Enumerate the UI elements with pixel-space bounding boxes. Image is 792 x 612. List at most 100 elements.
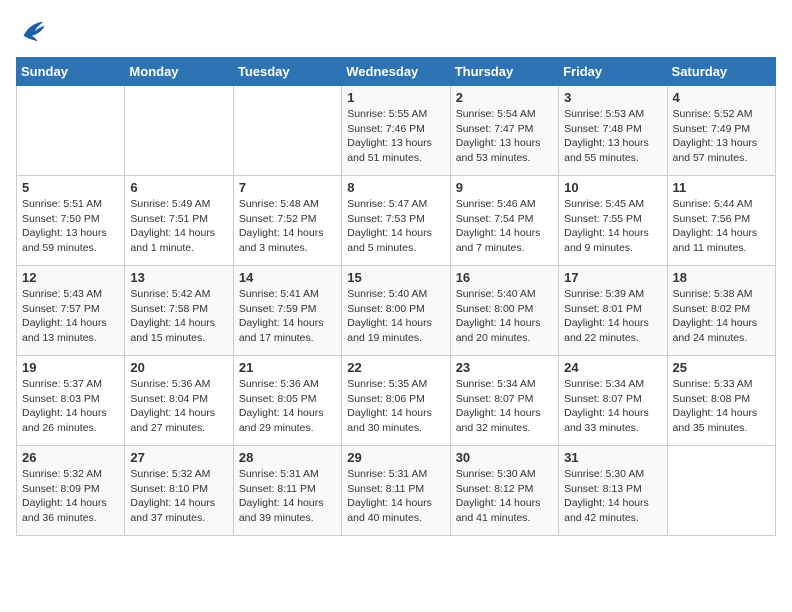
day-info: Sunrise: 5:39 AM Sunset: 8:01 PM Dayligh… [564, 287, 661, 346]
day-number: 1 [347, 90, 444, 105]
day-info: Sunrise: 5:49 AM Sunset: 7:51 PM Dayligh… [130, 197, 227, 256]
day-number: 30 [456, 450, 553, 465]
calendar-cell: 1 Sunrise: 5:55 AM Sunset: 7:46 PM Daylig… [342, 86, 450, 176]
weekday-header-sunday: Sunday [17, 58, 125, 86]
day-info: Sunrise: 5:55 AM Sunset: 7:46 PM Dayligh… [347, 107, 444, 166]
day-number: 7 [239, 180, 336, 195]
day-number: 26 [22, 450, 119, 465]
day-info: Sunrise: 5:52 AM Sunset: 7:49 PM Dayligh… [673, 107, 770, 166]
day-number: 14 [239, 270, 336, 285]
weekday-row: SundayMondayTuesdayWednesdayThursdayFrid… [17, 58, 776, 86]
calendar-cell: 13Sunrise: 5:42 AM Sunset: 7:58 PM Dayli… [125, 266, 233, 356]
day-number: 27 [130, 450, 227, 465]
day-info: Sunrise: 5:32 AM Sunset: 8:10 PM Dayligh… [130, 467, 227, 526]
day-info: Sunrise: 5:31 AM Sunset: 8:11 PM Dayligh… [347, 467, 444, 526]
calendar-table: SundayMondayTuesdayWednesdayThursdayFrid… [16, 57, 776, 536]
calendar-cell: 11 Sunrise: 5:44 AM Sunset: 7:56 PM Dayli… [667, 176, 775, 266]
calendar-body: 1 Sunrise: 5:55 AM Sunset: 7:46 PM Daylig… [17, 86, 776, 536]
day-number: 5 [22, 180, 119, 195]
day-info: Sunrise: 5:53 AM Sunset: 7:48 PM Dayligh… [564, 107, 661, 166]
calendar-cell: 7 Sunrise: 5:48 AM Sunset: 7:52 PM Daylig… [233, 176, 341, 266]
day-info: Sunrise: 5:51 AM Sunset: 7:50 PM Dayligh… [22, 197, 119, 256]
day-info: Sunrise: 5:32 AM Sunset: 8:09 PM Dayligh… [22, 467, 119, 526]
day-number: 16 [456, 270, 553, 285]
calendar-cell: 21 Sunrise: 5:36 AM Sunset: 8:05 PM Dayli… [233, 356, 341, 446]
weekday-header-monday: Monday [125, 58, 233, 86]
day-info: Sunrise: 5:30 AM Sunset: 8:12 PM Dayligh… [456, 467, 553, 526]
week-row: 5 Sunrise: 5:51 AM Sunset: 7:50 PM Daylig… [17, 176, 776, 266]
day-number: 8 [347, 180, 444, 195]
calendar-cell: 14 Sunrise: 5:41 AM Sunset: 7:59 PM Dayli… [233, 266, 341, 356]
day-number: 18 [673, 270, 770, 285]
weekday-header-saturday: Saturday [667, 58, 775, 86]
logo [16, 16, 46, 49]
day-number: 28 [239, 450, 336, 465]
day-info: Sunrise: 5:48 AM Sunset: 7:52 PM Dayligh… [239, 197, 336, 256]
calendar-cell: 5 Sunrise: 5:51 AM Sunset: 7:50 PM Daylig… [17, 176, 125, 266]
calendar-cell: 2 Sunrise: 5:54 AM Sunset: 7:47 PM Daylig… [450, 86, 558, 176]
calendar-cell: 9Sunrise: 5:46 AM Sunset: 7:54 PM Daylig… [450, 176, 558, 266]
day-info: Sunrise: 5:38 AM Sunset: 8:02 PM Dayligh… [673, 287, 770, 346]
calendar-header: SundayMondayTuesdayWednesdayThursdayFrid… [17, 58, 776, 86]
day-number: 3 [564, 90, 661, 105]
day-number: 12 [22, 270, 119, 285]
calendar-cell: 3 Sunrise: 5:53 AM Sunset: 7:48 PM Daylig… [559, 86, 667, 176]
day-number: 11 [673, 180, 770, 195]
day-number: 10 [564, 180, 661, 195]
day-info: Sunrise: 5:33 AM Sunset: 8:08 PM Dayligh… [673, 377, 770, 436]
day-info: Sunrise: 5:44 AM Sunset: 7:56 PM Dayligh… [673, 197, 770, 256]
weekday-header-wednesday: Wednesday [342, 58, 450, 86]
day-info: Sunrise: 5:31 AM Sunset: 8:11 PM Dayligh… [239, 467, 336, 526]
calendar-cell: 16Sunrise: 5:40 AM Sunset: 8:00 PM Dayli… [450, 266, 558, 356]
calendar-cell: 28 Sunrise: 5:31 AM Sunset: 8:11 PM Dayli… [233, 446, 341, 536]
day-info: Sunrise: 5:45 AM Sunset: 7:55 PM Dayligh… [564, 197, 661, 256]
weekday-header-friday: Friday [559, 58, 667, 86]
calendar-cell [17, 86, 125, 176]
day-info: Sunrise: 5:30 AM Sunset: 8:13 PM Dayligh… [564, 467, 661, 526]
logo-bird-icon [18, 16, 46, 44]
calendar-cell: 27 Sunrise: 5:32 AM Sunset: 8:10 PM Dayli… [125, 446, 233, 536]
day-number: 2 [456, 90, 553, 105]
calendar-cell: 17 Sunrise: 5:39 AM Sunset: 8:01 PM Dayli… [559, 266, 667, 356]
day-info: Sunrise: 5:42 AM Sunset: 7:58 PM Dayligh… [130, 287, 227, 346]
calendar-cell: 22Sunrise: 5:35 AM Sunset: 8:06 PM Dayli… [342, 356, 450, 446]
week-row: 19 Sunrise: 5:37 AM Sunset: 8:03 PM Dayli… [17, 356, 776, 446]
calendar-cell: 23Sunrise: 5:34 AM Sunset: 8:07 PM Dayli… [450, 356, 558, 446]
calendar-cell: 29 Sunrise: 5:31 AM Sunset: 8:11 PM Dayli… [342, 446, 450, 536]
calendar-cell: 30 Sunrise: 5:30 AM Sunset: 8:12 PM Dayli… [450, 446, 558, 536]
day-number: 22 [347, 360, 444, 375]
day-number: 17 [564, 270, 661, 285]
day-number: 6 [130, 180, 227, 195]
day-number: 20 [130, 360, 227, 375]
day-info: Sunrise: 5:46 AM Sunset: 7:54 PM Dayligh… [456, 197, 553, 256]
calendar-cell: 19 Sunrise: 5:37 AM Sunset: 8:03 PM Dayli… [17, 356, 125, 446]
calendar-cell: 25 Sunrise: 5:33 AM Sunset: 8:08 PM Dayli… [667, 356, 775, 446]
calendar-cell [233, 86, 341, 176]
day-number: 19 [22, 360, 119, 375]
day-info: Sunrise: 5:41 AM Sunset: 7:59 PM Dayligh… [239, 287, 336, 346]
page-header [16, 16, 776, 49]
calendar-cell: 10 Sunrise: 5:45 AM Sunset: 7:55 PM Dayli… [559, 176, 667, 266]
day-number: 15 [347, 270, 444, 285]
day-info: Sunrise: 5:54 AM Sunset: 7:47 PM Dayligh… [456, 107, 553, 166]
calendar-cell: 12 Sunrise: 5:43 AM Sunset: 7:57 PM Dayli… [17, 266, 125, 356]
calendar-cell: 18 Sunrise: 5:38 AM Sunset: 8:02 PM Dayli… [667, 266, 775, 356]
day-number: 21 [239, 360, 336, 375]
calendar-cell: 8 Sunrise: 5:47 AM Sunset: 7:53 PM Daylig… [342, 176, 450, 266]
day-number: 31 [564, 450, 661, 465]
day-info: Sunrise: 5:36 AM Sunset: 8:04 PM Dayligh… [130, 377, 227, 436]
week-row: 26 Sunrise: 5:32 AM Sunset: 8:09 PM Dayli… [17, 446, 776, 536]
day-info: Sunrise: 5:40 AM Sunset: 8:00 PM Dayligh… [347, 287, 444, 346]
calendar-cell: 26 Sunrise: 5:32 AM Sunset: 8:09 PM Dayli… [17, 446, 125, 536]
calendar-cell: 24Sunrise: 5:34 AM Sunset: 8:07 PM Dayli… [559, 356, 667, 446]
day-info: Sunrise: 5:43 AM Sunset: 7:57 PM Dayligh… [22, 287, 119, 346]
day-number: 25 [673, 360, 770, 375]
day-info: Sunrise: 5:47 AM Sunset: 7:53 PM Dayligh… [347, 197, 444, 256]
calendar-cell: 15 Sunrise: 5:40 AM Sunset: 8:00 PM Dayli… [342, 266, 450, 356]
weekday-header-tuesday: Tuesday [233, 58, 341, 86]
day-number: 23 [456, 360, 553, 375]
day-number: 29 [347, 450, 444, 465]
day-info: Sunrise: 5:36 AM Sunset: 8:05 PM Dayligh… [239, 377, 336, 436]
weekday-header-thursday: Thursday [450, 58, 558, 86]
day-info: Sunrise: 5:37 AM Sunset: 8:03 PM Dayligh… [22, 377, 119, 436]
